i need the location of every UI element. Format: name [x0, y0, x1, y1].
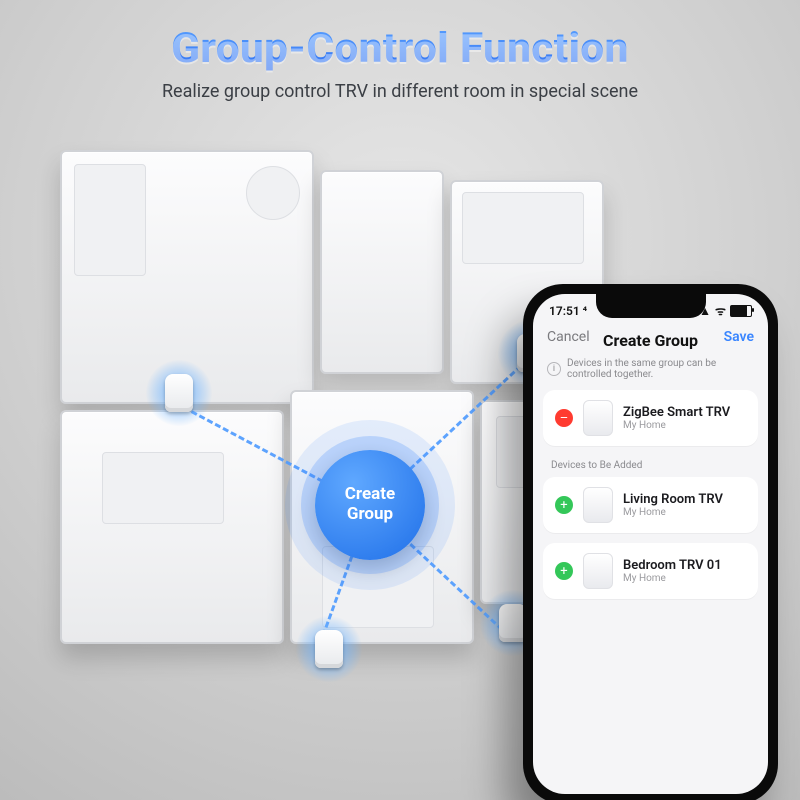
battery-icon — [730, 305, 752, 317]
cancel-button[interactable]: Cancel — [547, 329, 590, 345]
remove-icon[interactable]: – — [555, 409, 573, 427]
status-time: 17:51 ⁴ — [549, 304, 587, 318]
device-home: My Home — [623, 573, 722, 584]
room — [320, 170, 444, 374]
save-button[interactable]: Save — [724, 329, 754, 345]
info-icon: i — [547, 362, 561, 376]
page-title: Group-Control Function — [0, 24, 800, 73]
add-icon[interactable]: + — [555, 496, 573, 514]
device-name: ZigBee Smart TRV — [623, 405, 730, 420]
trv-device-icon — [146, 360, 212, 426]
trv-icon — [583, 553, 613, 589]
phone-notch — [596, 294, 706, 318]
device-row[interactable]: – ZigBee Smart TRV My Home — [543, 390, 758, 446]
trv-icon — [583, 487, 613, 523]
hint-text: i Devices in the same group can be contr… — [533, 350, 768, 390]
section-label: Devices to Be Added — [533, 456, 768, 477]
wifi-icon: ᯤ — [715, 302, 726, 319]
trv-icon — [583, 400, 613, 436]
hint-label: Devices in the same group can be control… — [567, 358, 754, 380]
device-home: My Home — [623, 507, 723, 518]
device-name: Living Room TRV — [623, 492, 723, 507]
device-row[interactable]: + Living Room TRV My Home — [543, 477, 758, 533]
add-icon[interactable]: + — [555, 562, 573, 580]
trv-device-icon — [296, 616, 362, 682]
device-row[interactable]: + Bedroom TRV 01 My Home — [543, 543, 758, 599]
phone-mockup: 17:51 ⁴ ▲ ᯤ Cancel Save Create Group i D… — [523, 284, 778, 800]
device-name: Bedroom TRV 01 — [623, 558, 722, 573]
create-group-hub: Create Group — [315, 450, 425, 560]
hub-label: Create Group — [345, 485, 395, 524]
device-home: My Home — [623, 420, 730, 431]
page-subtitle: Realize group control TRV in different r… — [0, 81, 800, 102]
